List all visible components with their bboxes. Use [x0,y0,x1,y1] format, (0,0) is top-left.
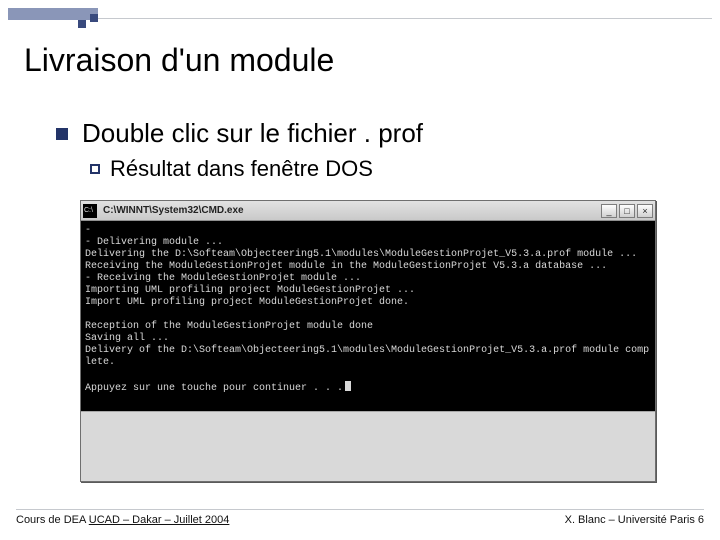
bullet-text: Résultat dans fenêtre DOS [110,156,373,182]
slide-title: Livraison d'un module [24,42,334,79]
footer-left-prefix: Cours de DEA [16,514,89,526]
cursor [345,381,351,391]
footer-left-underlined: UCAD – Dakar – Juillet 2004 [89,514,230,526]
maximize-button[interactable]: □ [619,204,635,218]
bullet-level-1: Double clic sur le fichier . prof [56,118,423,149]
accent-square [90,14,98,22]
bullet-square-icon [56,128,68,140]
dos-output: - - Delivering module ... Delivering the… [81,221,655,411]
dos-titlebar: C:\WINNT\System32\CMD.exe _ □ × [81,201,655,221]
slide-footer: Cours de DEA UCAD – Dakar – Juillet 2004… [16,509,704,526]
cmd-icon [83,204,97,218]
footer-left: Cours de DEA UCAD – Dakar – Juillet 2004 [16,514,229,526]
bullet-level-2: Résultat dans fenêtre DOS [90,156,373,182]
bullet-text: Double clic sur le fichier . prof [82,118,423,149]
dos-window: C:\WINNT\System32\CMD.exe _ □ × - - Deli… [80,200,656,482]
close-button[interactable]: × [637,204,653,218]
divider [98,18,712,19]
dos-title-text: C:\WINNT\System32\CMD.exe [103,205,601,216]
footer-right: X. Blanc – Université Paris 6 [565,514,704,526]
bullet-outline-square-icon [90,164,100,174]
dos-inactive-area [81,411,655,481]
accent-bar [8,8,98,20]
minimize-button[interactable]: _ [601,204,617,218]
accent-square [78,20,86,28]
